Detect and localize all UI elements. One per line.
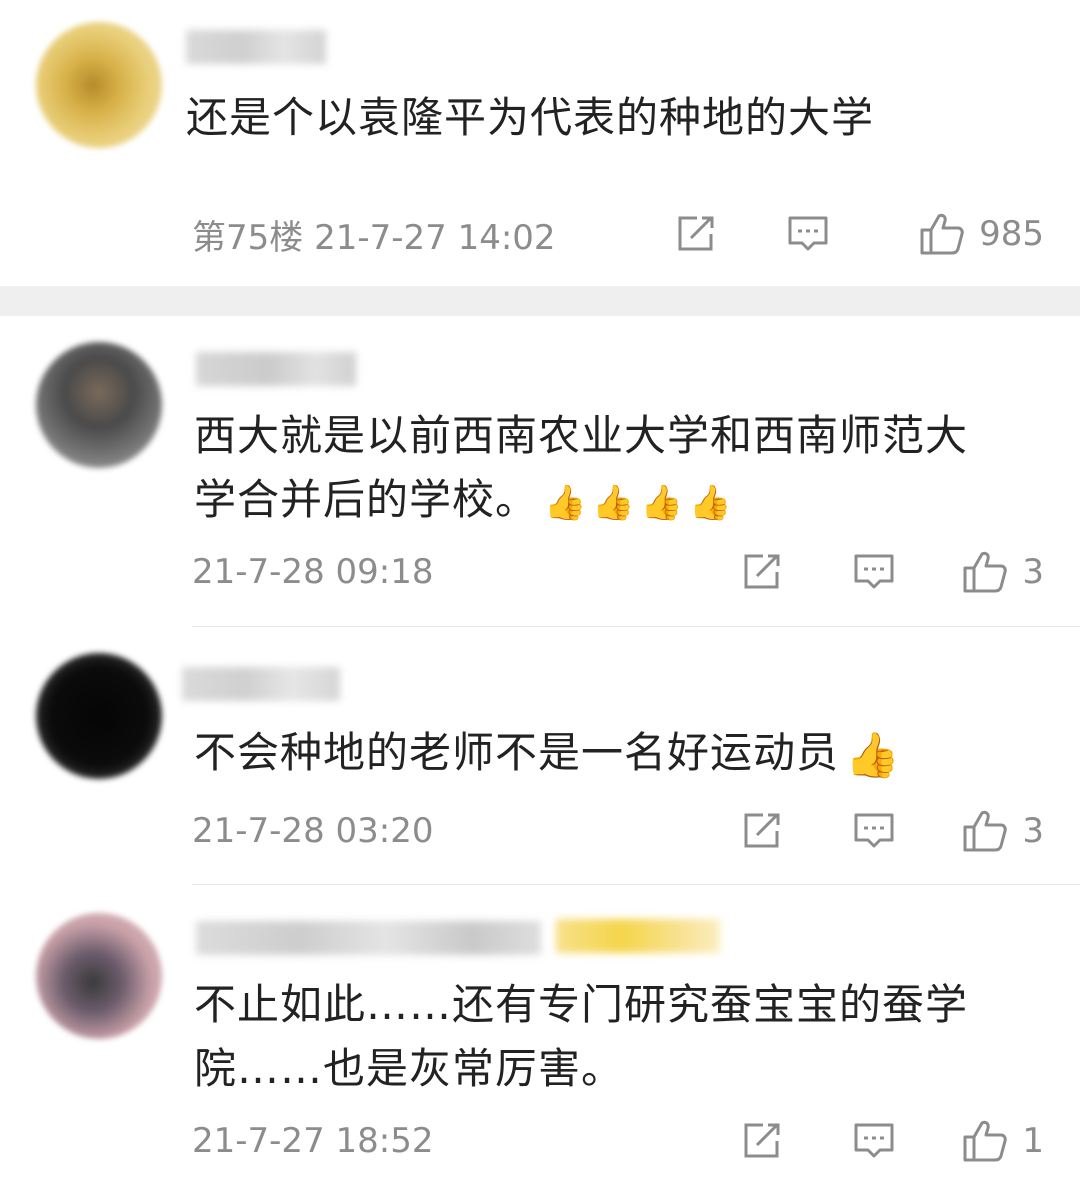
like-button[interactable]: 3 — [960, 550, 1044, 594]
reply-button[interactable] — [852, 1121, 896, 1161]
like-button[interactable]: 1 — [960, 1119, 1044, 1163]
like-count: 3 — [1022, 552, 1044, 592]
username-blurred[interactable] — [186, 30, 326, 64]
comment-item: 西大就是以前西南农业大学和西南师范大 学合并后的学校。 👍👍👍👍 21-7-28 … — [0, 316, 1080, 626]
share-icon — [744, 1123, 780, 1158]
comment-item: 不止如此……还有专门研究蚕宝宝的蚕学 院……也是灰常厉害。 21-7-27 18… — [0, 885, 1080, 1200]
comment-time: 21-7-28 03:20 — [192, 811, 740, 851]
share-button[interactable] — [740, 811, 784, 851]
comment-feed: 还是个以袁隆平为代表的种地的大学 第75楼 21-7-27 14:02 985 … — [0, 0, 1080, 1200]
avatar[interactable] — [36, 653, 162, 779]
username-blurred[interactable] — [182, 667, 340, 701]
comment-text: 西大就是以前西南农业大学和西南师范大 学合并后的学校。 👍👍👍👍 — [194, 404, 1010, 535]
comment-text: 不止如此……还有专门研究蚕宝宝的蚕学 院……也是灰常厉害。 — [194, 973, 1010, 1101]
thumb-up-icon — [963, 551, 1008, 593]
comment-time: 21-7-27 18:52 — [192, 1121, 740, 1161]
timestamp: 21-7-27 14:02 — [314, 217, 556, 258]
comment-time: 21-7-28 09:18 — [192, 552, 740, 592]
reply-icon — [788, 216, 828, 251]
reply-icon — [854, 813, 894, 848]
comment-time: 第75楼 21-7-27 14:02 — [192, 210, 674, 259]
comment-item: 还是个以袁隆平为代表的种地的大学 第75楼 21-7-27 14:02 985 — [0, 0, 1080, 286]
avatar[interactable] — [36, 342, 162, 468]
share-button[interactable] — [674, 214, 718, 254]
reply-icon — [854, 1123, 894, 1158]
avatar[interactable] — [36, 913, 162, 1039]
comment-text-line: 不会种地的老师不是一名好运动员 — [194, 728, 840, 777]
share-icon — [744, 554, 780, 589]
comment-item: 不会种地的老师不是一名好运动员 👍 21-7-28 03:20 3 — [0, 627, 1080, 883]
floor-label: 第75楼 — [192, 217, 304, 258]
timestamp: 21-7-28 09:18 — [192, 552, 434, 592]
like-button[interactable]: 3 — [960, 809, 1044, 853]
like-count: 1 — [1022, 1121, 1044, 1161]
timestamp: 21-7-27 18:52 — [192, 1121, 434, 1161]
reply-button[interactable] — [786, 214, 830, 254]
comment-meta: 21-7-28 03:20 3 — [192, 805, 1044, 857]
share-icon — [744, 813, 780, 848]
comment-meta: 21-7-27 18:52 1 — [192, 1115, 1044, 1167]
thumbs-up-emoji-icon: 👍👍👍👍 — [544, 482, 738, 523]
reply-icon — [854, 554, 894, 589]
thumbs-up-emoji-icon: 👍 — [845, 729, 901, 781]
share-icon — [678, 216, 714, 251]
username-blurred[interactable] — [196, 921, 541, 955]
comment-text-line: 院……也是灰常厉害。 — [194, 1044, 625, 1093]
thumb-up-icon — [920, 213, 964, 255]
username-blurred[interactable] — [196, 352, 356, 386]
like-count: 3 — [1022, 811, 1044, 851]
share-button[interactable] — [740, 1121, 784, 1161]
comment-text-line: 西大就是以前西南农业大学和西南师范大 — [194, 411, 969, 460]
thumb-up-icon — [963, 810, 1008, 852]
comment-text-line: 不止如此……还有专门研究蚕宝宝的蚕学 — [194, 980, 969, 1029]
share-button[interactable] — [740, 552, 784, 592]
comment-meta: 第75楼 21-7-27 14:02 985 — [192, 208, 1044, 260]
comment-text-line: 学合并后的学校。 — [194, 475, 539, 524]
reply-button[interactable] — [852, 811, 896, 851]
comment-meta: 21-7-28 09:18 3 — [192, 546, 1044, 598]
user-badge-blurred — [556, 919, 720, 953]
comment-text-line: 还是个以袁隆平为代表的种地的大学 — [186, 93, 875, 142]
avatar[interactable] — [36, 22, 162, 148]
timestamp: 21-7-28 03:20 — [192, 811, 434, 851]
comment-text: 不会种地的老师不是一名好运动员 👍 — [194, 721, 1010, 788]
section-divider — [0, 286, 1080, 316]
reply-button[interactable] — [852, 552, 896, 592]
like-count: 985 — [979, 214, 1044, 254]
thumb-up-icon — [963, 1120, 1008, 1162]
like-button[interactable]: 985 — [894, 212, 1044, 256]
comment-text: 还是个以袁隆平为代表的种地的大学 — [186, 86, 1010, 150]
